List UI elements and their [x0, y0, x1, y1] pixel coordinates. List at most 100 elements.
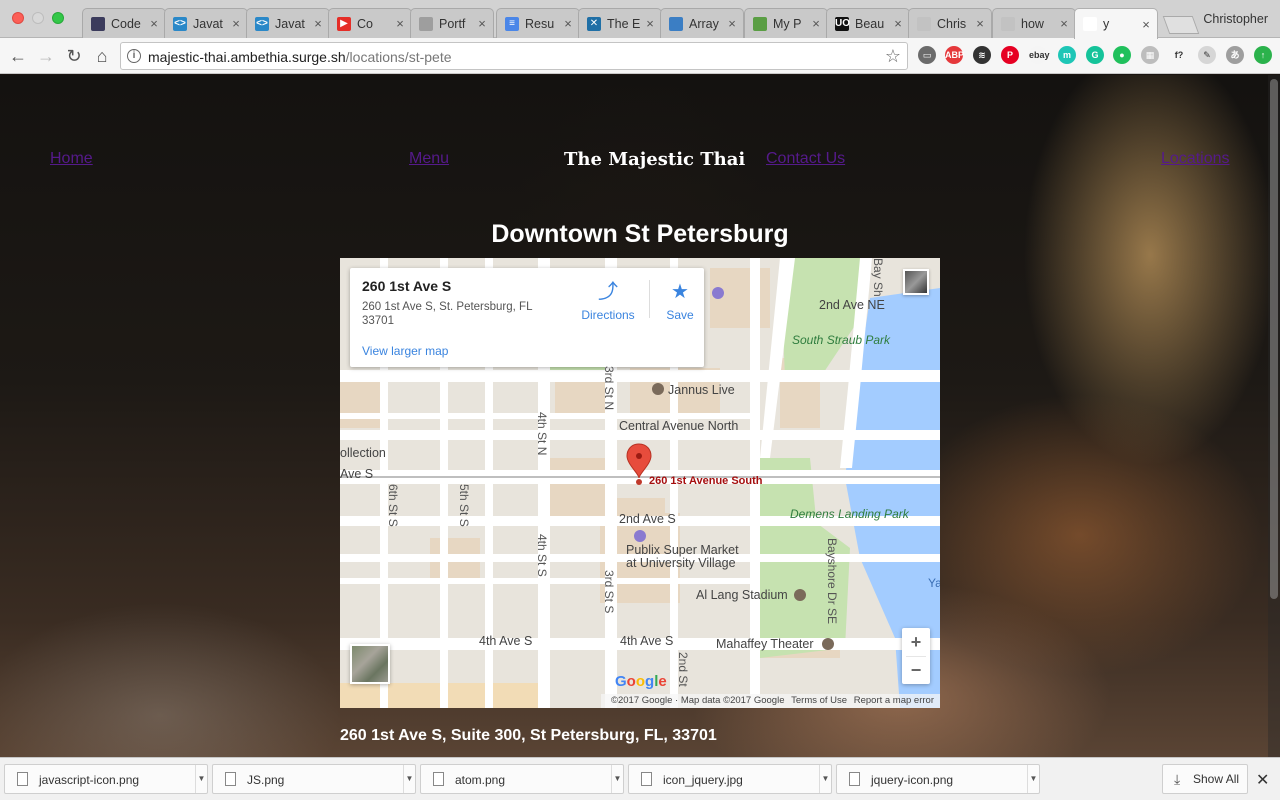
- report-map-error-link[interactable]: Report a map error: [854, 695, 934, 706]
- profile-name[interactable]: Christopher: [1203, 12, 1268, 26]
- new-tab-button[interactable]: [1162, 16, 1200, 34]
- directions-button[interactable]: ⤴ Directions: [578, 280, 638, 322]
- tab-close-icon[interactable]: ×: [147, 16, 161, 31]
- embedded-map[interactable]: 260 1st Ave S 260 1st Ave S, St. Petersb…: [340, 258, 940, 708]
- grammarly-icon[interactable]: G: [1086, 46, 1104, 64]
- download-item[interactable]: javascript-icon.png ▼: [4, 764, 208, 794]
- tab-title: y: [1103, 17, 1110, 31]
- map-label-south-straub-park: South Straub Park: [792, 333, 891, 347]
- nav-menu-link[interactable]: Menu: [409, 150, 449, 168]
- browser-tab[interactable]: ▶ Co ×: [328, 8, 412, 38]
- chevron-down-icon[interactable]: ▼: [819, 765, 831, 793]
- google-logo-letter: o: [635, 673, 646, 690]
- adblock-icon[interactable]: ABP: [945, 46, 964, 64]
- tab-close-icon[interactable]: ×: [311, 16, 325, 31]
- tab-close-icon[interactable]: ×: [809, 16, 823, 31]
- close-window-button[interactable]: [12, 12, 24, 24]
- browser-tab[interactable]: y ×: [1074, 8, 1158, 39]
- browser-tab[interactable]: <> Javat ×: [164, 8, 248, 38]
- browser-tab[interactable]: Code ×: [82, 8, 166, 38]
- scrollbar-thumb[interactable]: [1270, 79, 1278, 599]
- view-larger-map-link[interactable]: View larger map: [362, 344, 448, 358]
- tab-favicon-icon: [1083, 17, 1097, 31]
- m-icon[interactable]: m: [1058, 46, 1076, 64]
- download-item[interactable]: JS.png ▼: [212, 764, 416, 794]
- browser-tab[interactable]: My P ×: [744, 8, 828, 38]
- browser-tab[interactable]: ≡ Resu ×: [496, 8, 580, 38]
- url-text[interactable]: majestic-thai.ambethia.surge.sh/location…: [148, 49, 452, 65]
- download-item[interactable]: jquery-icon.png ▼: [836, 764, 1040, 794]
- evernote-icon[interactable]: ●: [1113, 46, 1131, 64]
- map-label-3rd-st-s: 3rd St S: [602, 570, 616, 614]
- map-label-5th-st-s: 5th St S: [457, 484, 471, 527]
- map-label-2nd-ave-s: 2nd Ave S: [619, 512, 676, 526]
- browser-tab[interactable]: <> Javat ×: [246, 8, 330, 38]
- chevron-down-icon[interactable]: ▼: [195, 765, 207, 793]
- map-label-2nd-ave-ne: 2nd Ave NE: [819, 298, 885, 312]
- ebay-icon[interactable]: ebay: [1029, 46, 1050, 64]
- browser-tab[interactable]: Chris ×: [908, 8, 992, 38]
- tab-close-icon[interactable]: ×: [393, 16, 407, 31]
- back-icon[interactable]: ←: [6, 44, 30, 68]
- close-shelf-icon[interactable]: ✕: [1256, 770, 1269, 790]
- tab-close-icon[interactable]: ×: [229, 16, 243, 31]
- qr-icon[interactable]: ▦: [1141, 46, 1159, 64]
- satellite-toggle-button[interactable]: [350, 644, 390, 684]
- minimize-window-button[interactable]: [32, 12, 44, 24]
- zoom-in-button[interactable]: +: [902, 628, 930, 656]
- tab-close-icon[interactable]: ×: [973, 16, 987, 31]
- download-item[interactable]: atom.png ▼: [420, 764, 624, 794]
- page-scrollbar[interactable]: [1268, 75, 1280, 757]
- buffer-icon[interactable]: ≋: [973, 46, 991, 64]
- map-label-pin: 260 1st Avenue South: [649, 475, 763, 487]
- site-info-icon[interactable]: i: [127, 49, 141, 63]
- update-icon[interactable]: ↑: [1254, 46, 1272, 64]
- tab-close-icon[interactable]: ×: [891, 16, 905, 31]
- maximize-window-button[interactable]: [52, 12, 64, 24]
- tab-title: The E: [607, 16, 641, 31]
- tab-close-icon[interactable]: ×: [1057, 16, 1071, 31]
- bookmark-star-icon[interactable]: ☆: [885, 46, 901, 67]
- tab-favicon-icon: [1001, 16, 1015, 31]
- download-item[interactable]: icon_jquery.jpg ▼: [628, 764, 832, 794]
- translate-icon[interactable]: あ: [1226, 46, 1244, 64]
- feather-icon[interactable]: ✎: [1198, 46, 1216, 64]
- reload-icon[interactable]: ↻: [62, 44, 86, 68]
- tab-close-icon[interactable]: ×: [725, 16, 739, 31]
- map-label-mahaffey: Mahaffey Theater: [716, 637, 814, 651]
- tab-favicon-icon: [753, 16, 767, 31]
- browser-tab[interactable]: ✕ The E ×: [578, 8, 662, 38]
- chevron-down-icon[interactable]: ▼: [403, 765, 415, 793]
- download-filename: javascript-icon.png: [39, 773, 140, 787]
- chevron-down-icon[interactable]: ▼: [1027, 765, 1039, 793]
- pinterest-icon[interactable]: P: [1001, 46, 1019, 64]
- tab-close-icon[interactable]: ×: [561, 16, 575, 31]
- browser-tab[interactable]: UO Beau ×: [826, 8, 910, 38]
- page-viewport: Home Menu Contact Us Locations The Majes…: [0, 75, 1280, 757]
- tab-title: My P: [773, 16, 802, 31]
- forward-icon[interactable]: →: [34, 44, 58, 68]
- browser-tab[interactable]: how ×: [992, 8, 1076, 38]
- show-all-downloads-button[interactable]: ⤓ Show All: [1162, 764, 1248, 794]
- map-label-ya: Ya: [928, 576, 940, 590]
- fonts-icon[interactable]: f?: [1170, 46, 1188, 64]
- avatar[interactable]: [903, 269, 929, 295]
- browser-tab[interactable]: Array ×: [660, 8, 744, 38]
- address-bar[interactable]: i majestic-thai.ambethia.surge.sh/locati…: [120, 42, 908, 70]
- tab-title: Javat: [193, 16, 223, 31]
- home-icon[interactable]: ⌂: [90, 44, 114, 68]
- nav-home-link[interactable]: Home: [50, 150, 93, 168]
- tab-close-icon[interactable]: ×: [475, 16, 489, 31]
- tab-close-icon[interactable]: ×: [1139, 17, 1153, 32]
- nav-locations-link[interactable]: Locations: [1161, 150, 1230, 168]
- zoom-out-button[interactable]: −: [902, 656, 930, 684]
- cast-icon[interactable]: ▭: [918, 46, 936, 64]
- map-label-jannus-live: Jannus Live: [668, 383, 735, 397]
- browser-tab[interactable]: Portf ×: [410, 8, 494, 38]
- nav-contact-link[interactable]: Contact Us: [766, 150, 845, 168]
- chevron-down-icon[interactable]: ▼: [611, 765, 623, 793]
- brand-title: The Majestic Thai: [564, 149, 746, 170]
- terms-of-use-link[interactable]: Terms of Use: [791, 695, 847, 706]
- tab-close-icon[interactable]: ×: [643, 16, 657, 31]
- save-button[interactable]: ★ Save: [662, 280, 698, 322]
